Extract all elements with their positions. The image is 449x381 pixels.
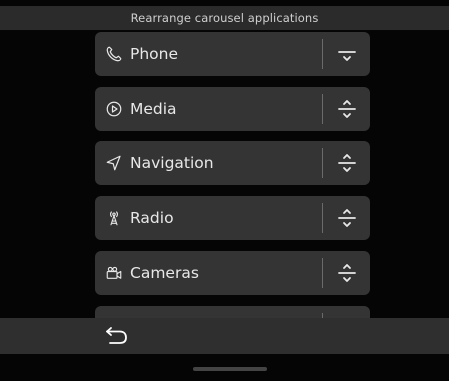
app-label: Navigation — [130, 154, 214, 172]
drag-handle-updown-icon[interactable] — [323, 306, 370, 318]
phone-icon — [104, 44, 124, 64]
navigation-arrow-icon — [104, 153, 124, 173]
drag-handle-updown-icon[interactable] — [323, 87, 370, 131]
bottom-bar — [0, 318, 449, 354]
drag-handle-updown-icon[interactable] — [323, 251, 370, 295]
app-item-phone[interactable]: Phone — [95, 32, 370, 76]
page-header: Rearrange carousel applications — [0, 6, 449, 30]
screen: Rearrange carousel applications Phone Me… — [0, 0, 449, 381]
app-list: Phone Media Navigation Radio Cameras — [0, 30, 449, 318]
app-item-partial[interactable] — [95, 306, 370, 318]
back-arrow-icon[interactable] — [102, 321, 132, 351]
play-circle-icon — [104, 99, 124, 119]
app-label: Radio — [130, 209, 174, 227]
radio-tower-icon — [104, 208, 124, 228]
drag-handle-down-icon[interactable] — [323, 32, 370, 76]
drag-handle-updown-icon[interactable] — [323, 196, 370, 240]
app-label: Cameras — [130, 264, 199, 282]
camera-icon — [104, 263, 124, 283]
drag-handle-updown-icon[interactable] — [323, 141, 370, 185]
app-label: Phone — [130, 45, 179, 63]
home-indicator[interactable] — [193, 367, 267, 371]
app-item-navigation[interactable]: Navigation — [95, 141, 370, 185]
app-label: Media — [130, 100, 177, 118]
app-item-media[interactable]: Media — [95, 87, 370, 131]
app-item-cameras[interactable]: Cameras — [95, 251, 370, 295]
app-item-radio[interactable]: Radio — [95, 196, 370, 240]
page-title: Rearrange carousel applications — [130, 11, 319, 25]
